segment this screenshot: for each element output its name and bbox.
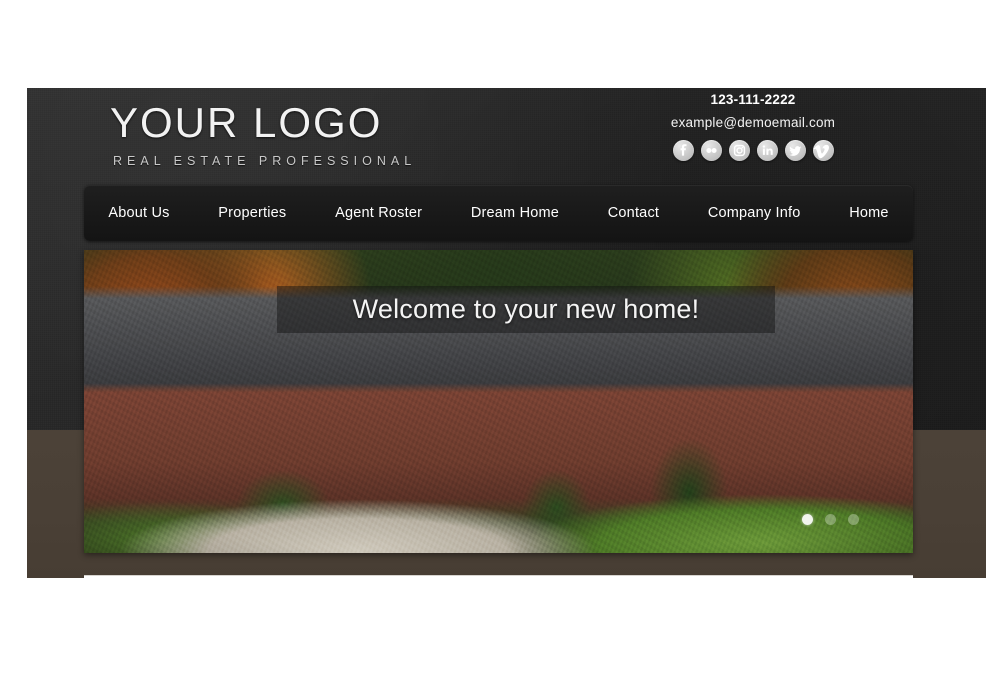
site-logo[interactable]: YOUR LOGO REAL ESTATE PROFESSIONAL [110, 99, 530, 169]
contact-email[interactable]: example@demoemail.com [633, 115, 873, 131]
contact-phone[interactable]: 123-111-2222 [633, 92, 873, 108]
hero-caption-band: Welcome to your new home! [277, 286, 775, 333]
nav-item-dream-home[interactable]: Dream Home [446, 205, 583, 221]
header-contact-block: 123-111-2222 example@demoemail.com [633, 92, 873, 161]
hero-dot-2[interactable] [825, 514, 836, 525]
main-navigation: About Us Properties Agent Roster Dream H… [84, 185, 913, 241]
social-links [633, 140, 873, 161]
linkedin-icon[interactable] [756, 140, 778, 161]
hero-dot-3[interactable] [848, 514, 859, 525]
vimeo-icon[interactable] [812, 140, 834, 161]
website-page: YOUR LOGO REAL ESTATE PROFESSIONAL 123-1… [27, 88, 986, 582]
hero-caption-text: Welcome to your new home! [352, 294, 700, 324]
instagram-icon[interactable] [728, 140, 750, 161]
nav-item-agent-roster[interactable]: Agent Roster [311, 205, 447, 221]
nav-item-properties[interactable]: Properties [194, 205, 311, 221]
hero-slider[interactable]: Welcome to your new home! [84, 250, 913, 553]
nav-item-company-info[interactable]: Company Info [683, 205, 824, 221]
content-panel [84, 575, 913, 582]
twitter-icon[interactable] [784, 140, 806, 161]
facebook-icon[interactable] [672, 140, 694, 161]
logo-tagline: REAL ESTATE PROFESSIONAL [113, 154, 417, 168]
nav-item-home[interactable]: Home [825, 205, 913, 221]
nav-item-contact[interactable]: Contact [583, 205, 683, 221]
hero-slider-dots [802, 514, 859, 525]
hero-dot-1[interactable] [802, 514, 813, 525]
nav-item-about-us[interactable]: About Us [84, 205, 194, 221]
flickr-icon[interactable] [700, 140, 722, 161]
logo-title: YOUR LOGO [110, 99, 383, 146]
